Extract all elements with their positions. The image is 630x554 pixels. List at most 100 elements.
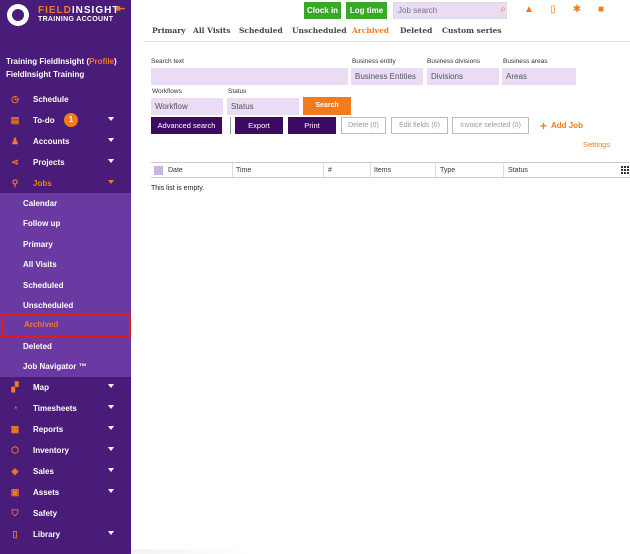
subnav-label: Archived [24,320,59,329]
nav-timesheets[interactable]: ◔ Timesheets [0,398,131,418]
sidebar: FIELDINSIGHT TRAINING ACCOUNT ⇤ Training… [0,0,131,554]
chevron-down-icon[interactable] [107,466,115,474]
nav-reports[interactable]: ▦ Reports [0,419,131,439]
phone-icon[interactable]: ▯ [547,4,559,16]
brand-logo[interactable]: FIELDINSIGHT TRAINING ACCOUNT ⇤ [0,0,131,30]
column-date[interactable]: Date [168,167,183,174]
nav-jobs[interactable]: ⚲ Jobs [0,173,131,193]
search-icon[interactable]: ⌕ [497,4,509,16]
nav-schedule[interactable]: ◷ Schedule [0,89,131,109]
subnav-calendar[interactable]: Calendar [0,193,131,213]
book-icon: ▯ [12,529,18,539]
edit-fields-button[interactable]: Edit fields (0) [391,117,448,134]
export-button[interactable]: Export [235,117,283,134]
chevron-down-icon[interactable] [107,487,115,495]
tab-unscheduled[interactable]: Unscheduled [292,26,347,35]
chevron-down-icon[interactable] [107,136,115,144]
log-time-button[interactable]: Log time [346,2,387,19]
column-divider [232,163,233,177]
chevron-down-icon[interactable] [107,115,115,123]
subnav-label: Follow up [23,219,61,228]
column-divider [435,163,436,177]
nav-safety[interactable]: ⛉ Safety [0,503,131,523]
column-items[interactable]: Items [374,167,391,174]
column-number[interactable]: # [328,167,332,174]
empty-list-message: This list is empty. [151,185,205,192]
status-select[interactable]: Status [227,98,299,115]
tab-all-visits[interactable]: All Visits [193,26,230,35]
chevron-down-icon[interactable] [107,529,115,537]
tab-archived[interactable]: Archived [352,26,389,35]
todo-icon: ▤ [10,115,20,125]
chevron-down-icon[interactable] [107,445,115,453]
nav-projects[interactable]: ⋖ Projects [0,152,131,172]
nav-inventory[interactable]: ⬡ Inventory [0,440,131,460]
print-button[interactable]: Print [288,117,336,134]
workflows-select[interactable]: Workflow [151,98,223,115]
subnav-job-navigator[interactable]: Job Navigator ™ [0,356,131,376]
tab-primary[interactable]: Primary [152,26,186,35]
subnav-primary[interactable]: Primary [0,234,131,254]
profile-paren-close: ) [114,57,117,66]
chevron-down-icon[interactable] [107,178,115,186]
shield-icon: ⛉ [11,508,19,518]
chevron-down-icon[interactable] [107,382,115,390]
map-icon: ▞ [11,382,19,392]
nav-assets[interactable]: ▣ Assets [0,482,131,502]
plus-icon: + [540,119,548,133]
chevron-down-icon[interactable] [107,157,115,165]
inbox-icon[interactable]: ■ [595,4,607,16]
nav-label: Schedule [33,95,69,104]
nav-accounts[interactable]: ♟ Accounts [0,131,131,151]
delete-button[interactable]: Delete (0) [341,117,386,134]
collapse-arrow-icon[interactable]: ⇤ [116,2,125,15]
search-button[interactable]: Search [303,97,351,115]
add-job-button[interactable]: + Add Job [540,119,583,133]
grid-view-icon[interactable] [621,166,629,174]
clock-in-button[interactable]: Clock in [304,2,341,19]
business-divisions-select[interactable]: Divisions [427,68,499,85]
tab-scheduled[interactable]: Scheduled [239,26,283,35]
subnav-unscheduled[interactable]: Unscheduled [0,295,131,315]
column-time[interactable]: Time [236,167,251,174]
tab-custom-series[interactable]: Custom series [442,26,501,35]
job-search-input[interactable] [393,2,507,19]
gear-icon[interactable]: ✱ [571,4,583,16]
nav-label: Library [33,530,61,539]
nav-sales[interactable]: ◈ Sales [0,461,131,481]
search-text-input[interactable] [151,68,348,85]
subnav-label: Deleted [23,342,52,351]
reports-icon: ▦ [10,424,20,434]
nav-map[interactable]: ▞ Map [0,377,131,397]
subnav-scheduled[interactable]: Scheduled [0,275,131,295]
select-all-checkbox[interactable] [154,166,163,175]
advanced-search-button[interactable]: Advanced search [151,117,222,134]
tab-deleted[interactable]: Deleted [400,26,432,35]
chevron-down-icon[interactable] [107,424,115,432]
search-text-label: Search text [151,58,184,65]
column-divider [503,163,504,177]
workflows-label: Workflows [152,88,182,95]
subnav-follow-up[interactable]: Follow up [0,213,131,233]
subnav-deleted[interactable]: Deleted [0,336,131,356]
column-status[interactable]: Status [508,167,528,174]
nav-label: Projects [33,158,65,167]
chevron-down-icon[interactable] [107,403,115,411]
nav-label: Timesheets [33,404,77,413]
company-name: FieldInsight Training [6,70,85,79]
settings-link[interactable]: Settings [583,140,610,149]
subnav-archived[interactable]: Archived [1,314,131,337]
box-icon: ⬡ [11,445,19,455]
business-areas-select[interactable]: Areas [502,68,576,85]
column-type[interactable]: Type [440,167,455,174]
nav-todo[interactable]: ▤ To-do 1 [0,110,131,130]
nav-library[interactable]: ▯ Library [0,524,131,544]
business-entity-select[interactable]: Business Entities [351,68,423,85]
profile-link[interactable]: Profile [89,57,114,66]
subnav-all-visits[interactable]: All Visits [0,254,131,274]
table-header: Date Time # Items Type Status [151,162,630,178]
tag-icon: ◈ [11,466,19,476]
nav-label: Assets [33,488,60,497]
invoice-selected-button[interactable]: Invoice selected (0) [452,117,529,134]
bell-icon[interactable]: ▲ [523,4,535,16]
